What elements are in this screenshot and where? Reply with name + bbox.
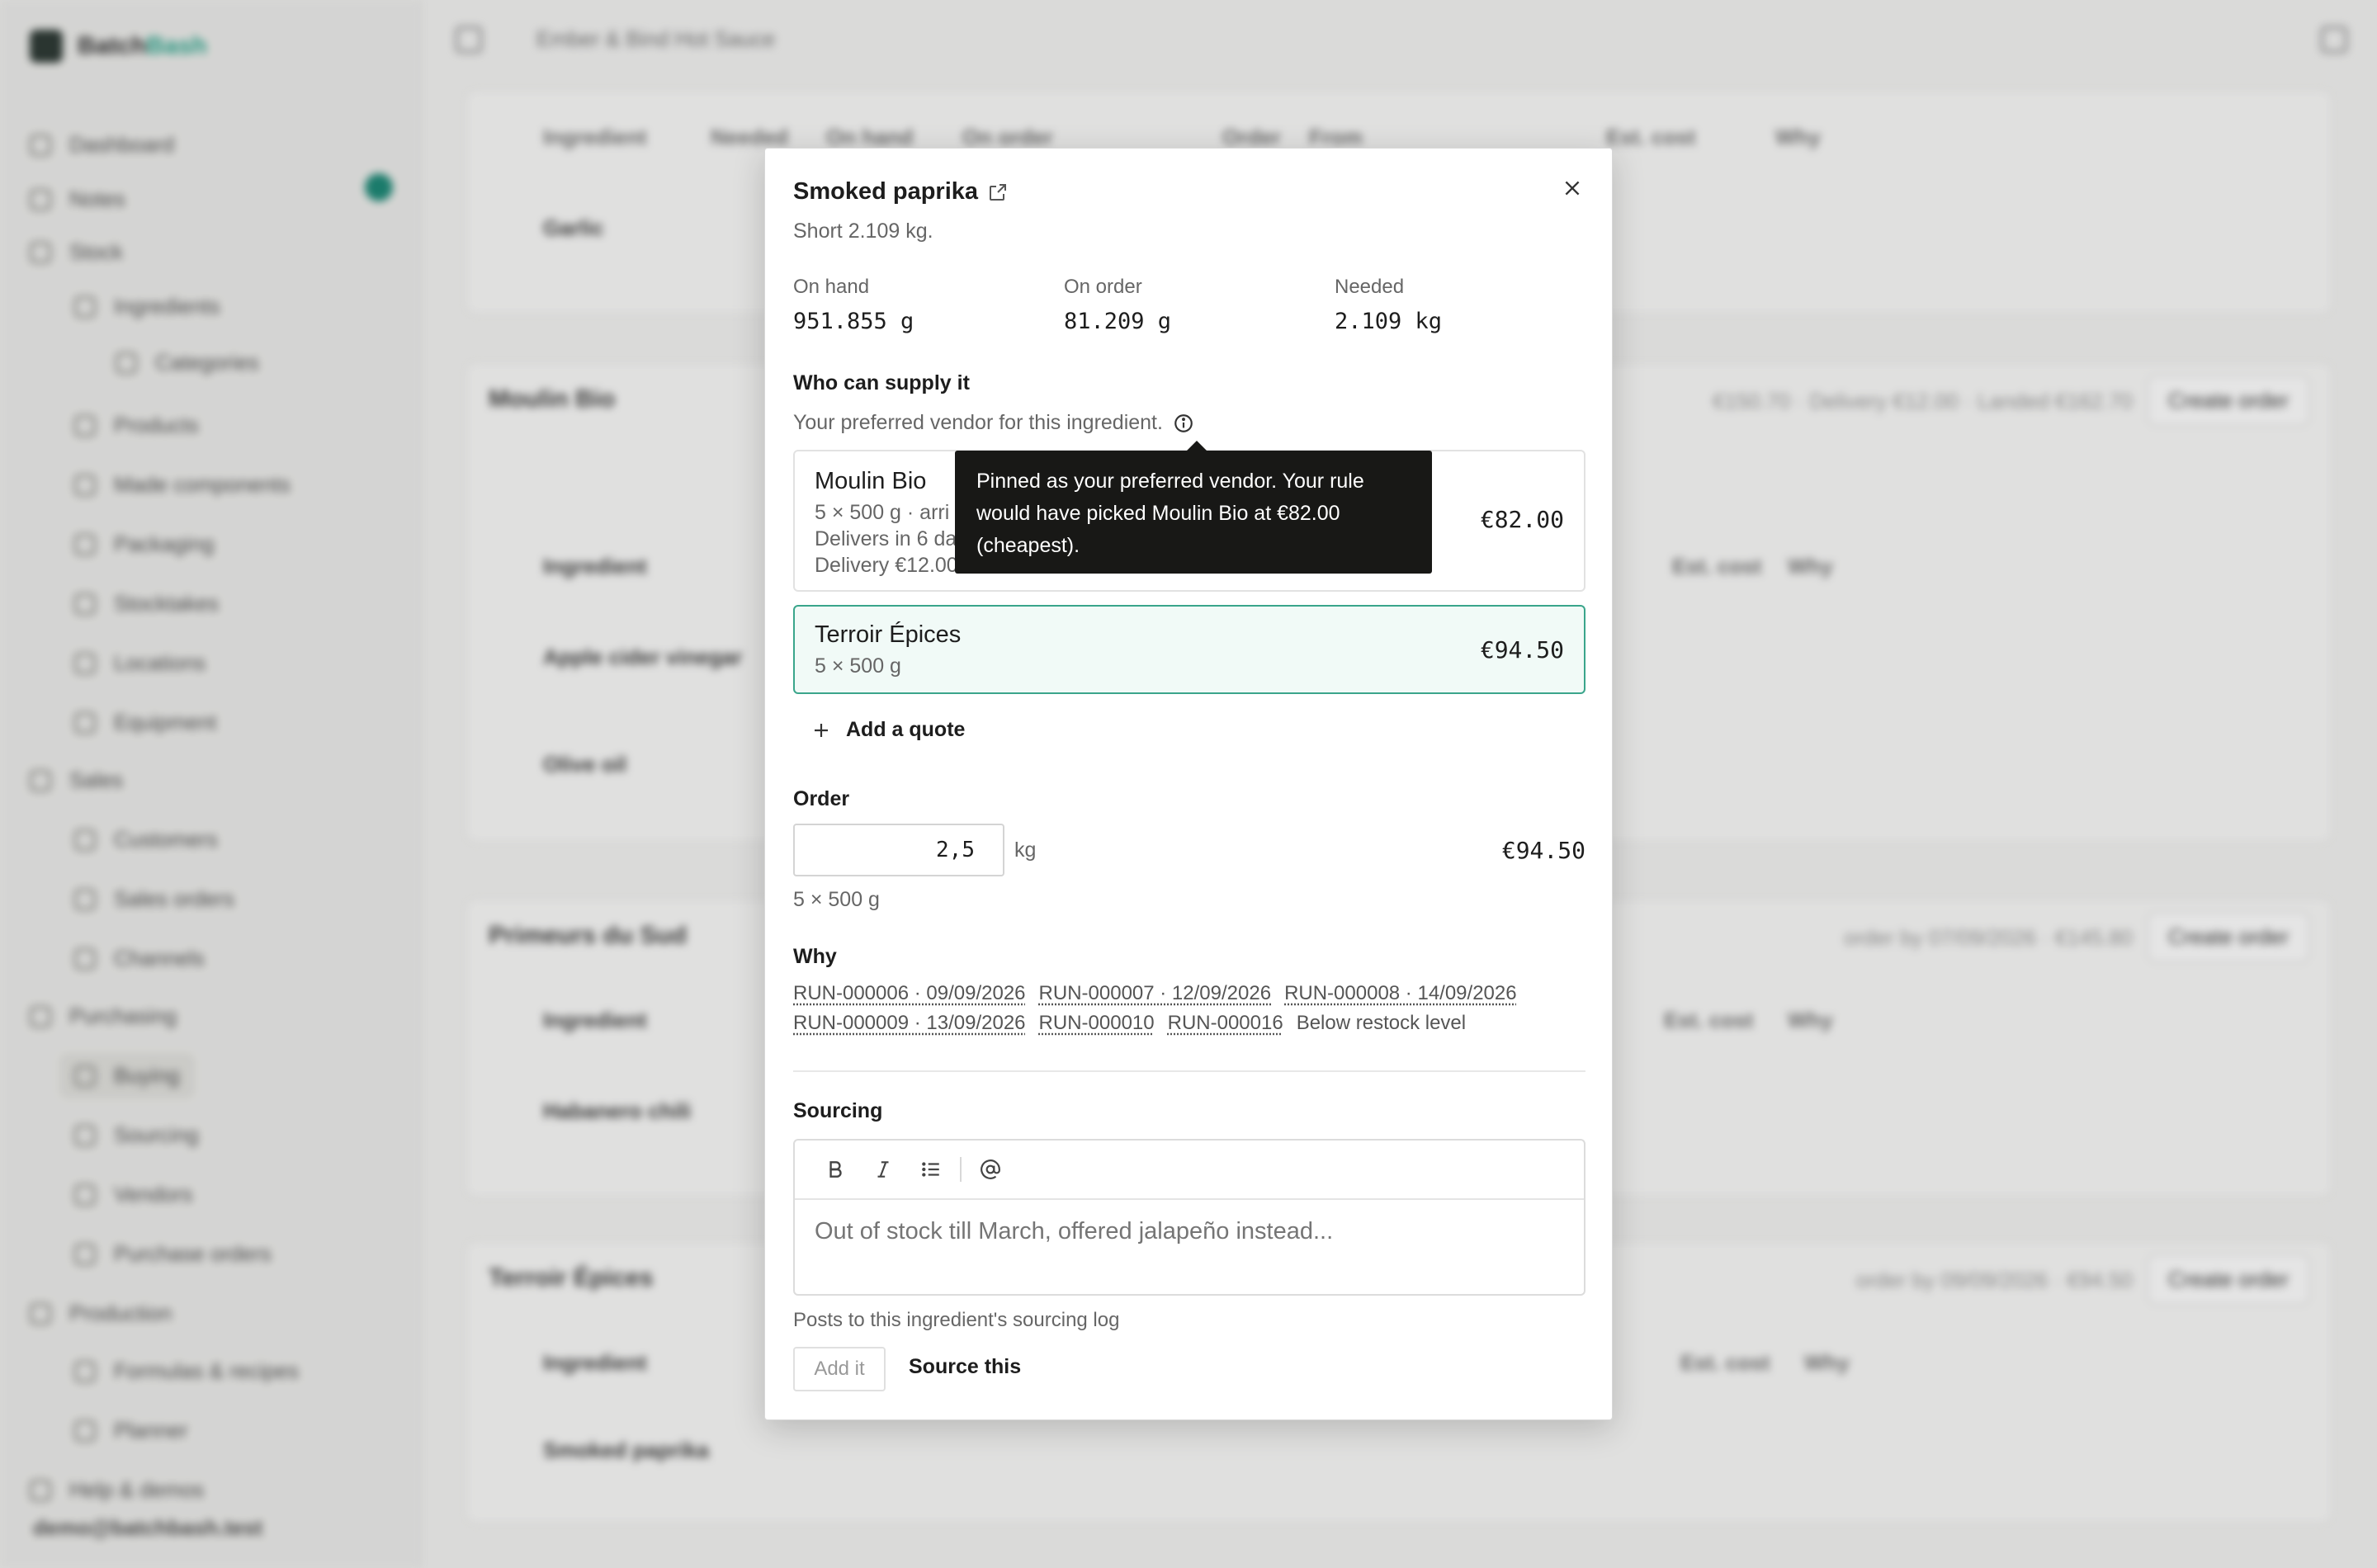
vendor-option-terroir-epices[interactable]: Terroir Épices 5 × 500 g €94.50: [793, 605, 1585, 694]
external-link-icon[interactable]: [988, 182, 1008, 202]
at-sign-icon: [981, 1159, 1000, 1179]
vendor-delivery-days: Delivers in 6 da: [815, 527, 957, 550]
run-link[interactable]: RUN-000006 · 09/09/2026: [793, 982, 1026, 1005]
italic-button[interactable]: [859, 1151, 907, 1188]
run-link[interactable]: RUN-000009 · 13/09/2026: [793, 1012, 1026, 1035]
bullet-list-button[interactable]: [907, 1151, 955, 1188]
stat-value: 951.855 g: [793, 309, 914, 334]
close-icon: [1565, 181, 1580, 196]
why-reason: Below restock level: [1296, 1012, 1467, 1034]
vendor-price: €82.00: [1480, 506, 1564, 533]
preferred-vendor-tooltip: Pinned as your preferred vendor. Your ru…: [955, 451, 1432, 574]
run-link[interactable]: RUN-000010: [1039, 1012, 1155, 1035]
vendor-name: Moulin Bio: [815, 468, 927, 494]
why-runs-row-2: RUN-000009 · 13/09/2026 RUN-000010 RUN-0…: [793, 1012, 1466, 1035]
stat-label: On hand: [793, 276, 870, 298]
shortage-subtitle: Short 2.109 kg.: [793, 220, 933, 243]
stat-on-hand: On hand 951.855 g: [793, 276, 914, 334]
bullet-list-icon: [922, 1162, 939, 1177]
why-heading: Why: [793, 945, 837, 968]
stat-value: 2.109 kg: [1335, 309, 1443, 334]
close-button[interactable]: [1556, 172, 1589, 205]
vendor-price: €94.50: [1480, 636, 1564, 664]
supply-heading: Who can supply it: [793, 371, 970, 394]
sourcing-note-input[interactable]: [815, 1218, 1557, 1245]
vendor-pack: 5 × 500 g · arri: [815, 501, 950, 524]
sourcing-heading: Sourcing: [793, 1099, 883, 1122]
divider: [793, 1070, 1585, 1072]
info-icon[interactable]: [1173, 413, 1194, 434]
vendor-pack: 5 × 500 g: [815, 654, 901, 678]
stat-label: Needed: [1335, 276, 1405, 298]
dialog-title: Smoked paprika: [793, 178, 1008, 205]
order-heading: Order: [793, 787, 850, 810]
supply-helper: Your preferred vendor for this ingredien…: [793, 411, 1194, 435]
stat-value: 81.209 g: [1064, 309, 1172, 334]
ingredient-name: Smoked paprika: [793, 178, 979, 205]
editor-toolbar: [795, 1141, 1584, 1200]
mention-button[interactable]: [966, 1151, 1014, 1188]
order-quantity-input[interactable]: [793, 824, 1004, 876]
sourcing-posts-note: Posts to this ingredient's sourcing log: [793, 1309, 1120, 1331]
run-link[interactable]: RUN-000008 · 14/09/2026: [1284, 982, 1517, 1005]
ingredient-dialog: Smoked paprika Short 2.109 kg. On hand 9…: [764, 148, 1613, 1420]
vendor-name: Terroir Épices: [815, 621, 962, 648]
run-link[interactable]: RUN-000016: [1168, 1012, 1283, 1035]
source-this-button[interactable]: Source this: [909, 1355, 1021, 1379]
run-link[interactable]: RUN-000007 · 12/09/2026: [1039, 982, 1272, 1005]
bold-icon: [829, 1161, 842, 1178]
stat-on-order: On order 81.209 g: [1064, 276, 1171, 334]
vendor-delivery-fee: Delivery €12.00: [815, 554, 958, 577]
sourcing-editor: [793, 1139, 1585, 1296]
toolbar-separator: [960, 1157, 962, 1182]
add-quote-button[interactable]: Add a quote: [811, 718, 965, 742]
why-runs-row-1: RUN-000006 · 09/09/2026 RUN-000007 · 12/…: [793, 982, 1517, 1005]
plus-icon: [815, 723, 828, 737]
stat-label: On order: [1064, 276, 1142, 298]
add-it-button[interactable]: Add it: [793, 1347, 886, 1391]
order-total: €94.50: [1501, 837, 1585, 864]
italic-icon: [877, 1161, 889, 1178]
order-pack-note: 5 × 500 g: [793, 888, 880, 911]
stat-needed: Needed 2.109 kg: [1335, 276, 1442, 334]
bold-button[interactable]: [811, 1151, 859, 1188]
order-unit: kg: [1014, 838, 1037, 862]
supply-helper-text: Your preferred vendor for this ingredien…: [793, 411, 1163, 434]
add-quote-label: Add a quote: [846, 718, 966, 741]
